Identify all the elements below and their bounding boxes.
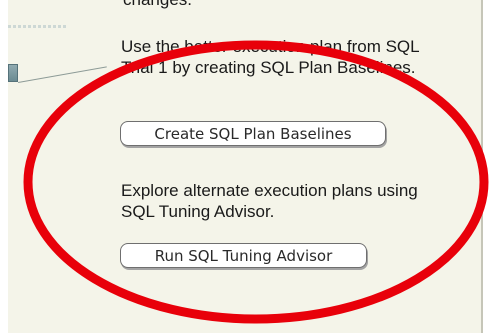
right-edge	[481, 0, 491, 333]
tuning-advisor-description: Explore alternate execution plans using …	[121, 181, 418, 221]
tab-box-icon	[8, 64, 18, 82]
plan-baseline-description: Use the better execution plan from SQL T…	[121, 37, 419, 77]
faint-text-fragment	[8, 25, 68, 28]
left-strip	[0, 0, 8, 333]
create-sql-plan-baselines-button[interactable]: Create SQL Plan Baselines	[120, 121, 386, 146]
run-sql-tuning-advisor-button[interactable]: Run SQL Tuning Advisor	[120, 243, 367, 268]
partial-header-text: changes.	[123, 0, 192, 10]
